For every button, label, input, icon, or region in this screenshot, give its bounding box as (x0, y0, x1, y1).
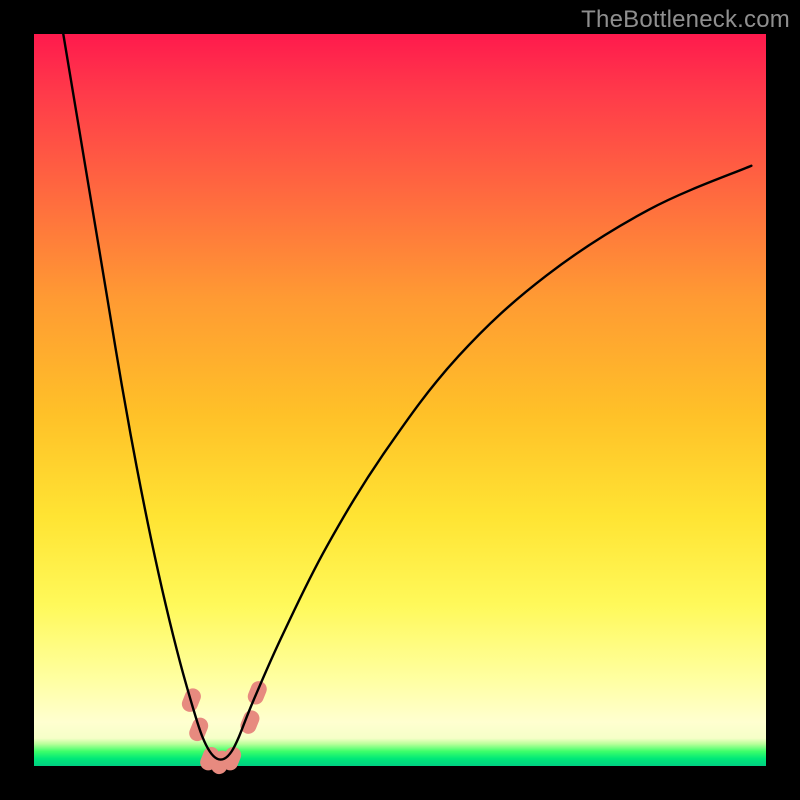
curve-svg (34, 34, 766, 766)
bottleneck-curve (63, 34, 751, 760)
chart-frame: TheBottleneck.com (0, 0, 800, 800)
plot-area (34, 34, 766, 766)
watermark-text: TheBottleneck.com (581, 6, 790, 34)
